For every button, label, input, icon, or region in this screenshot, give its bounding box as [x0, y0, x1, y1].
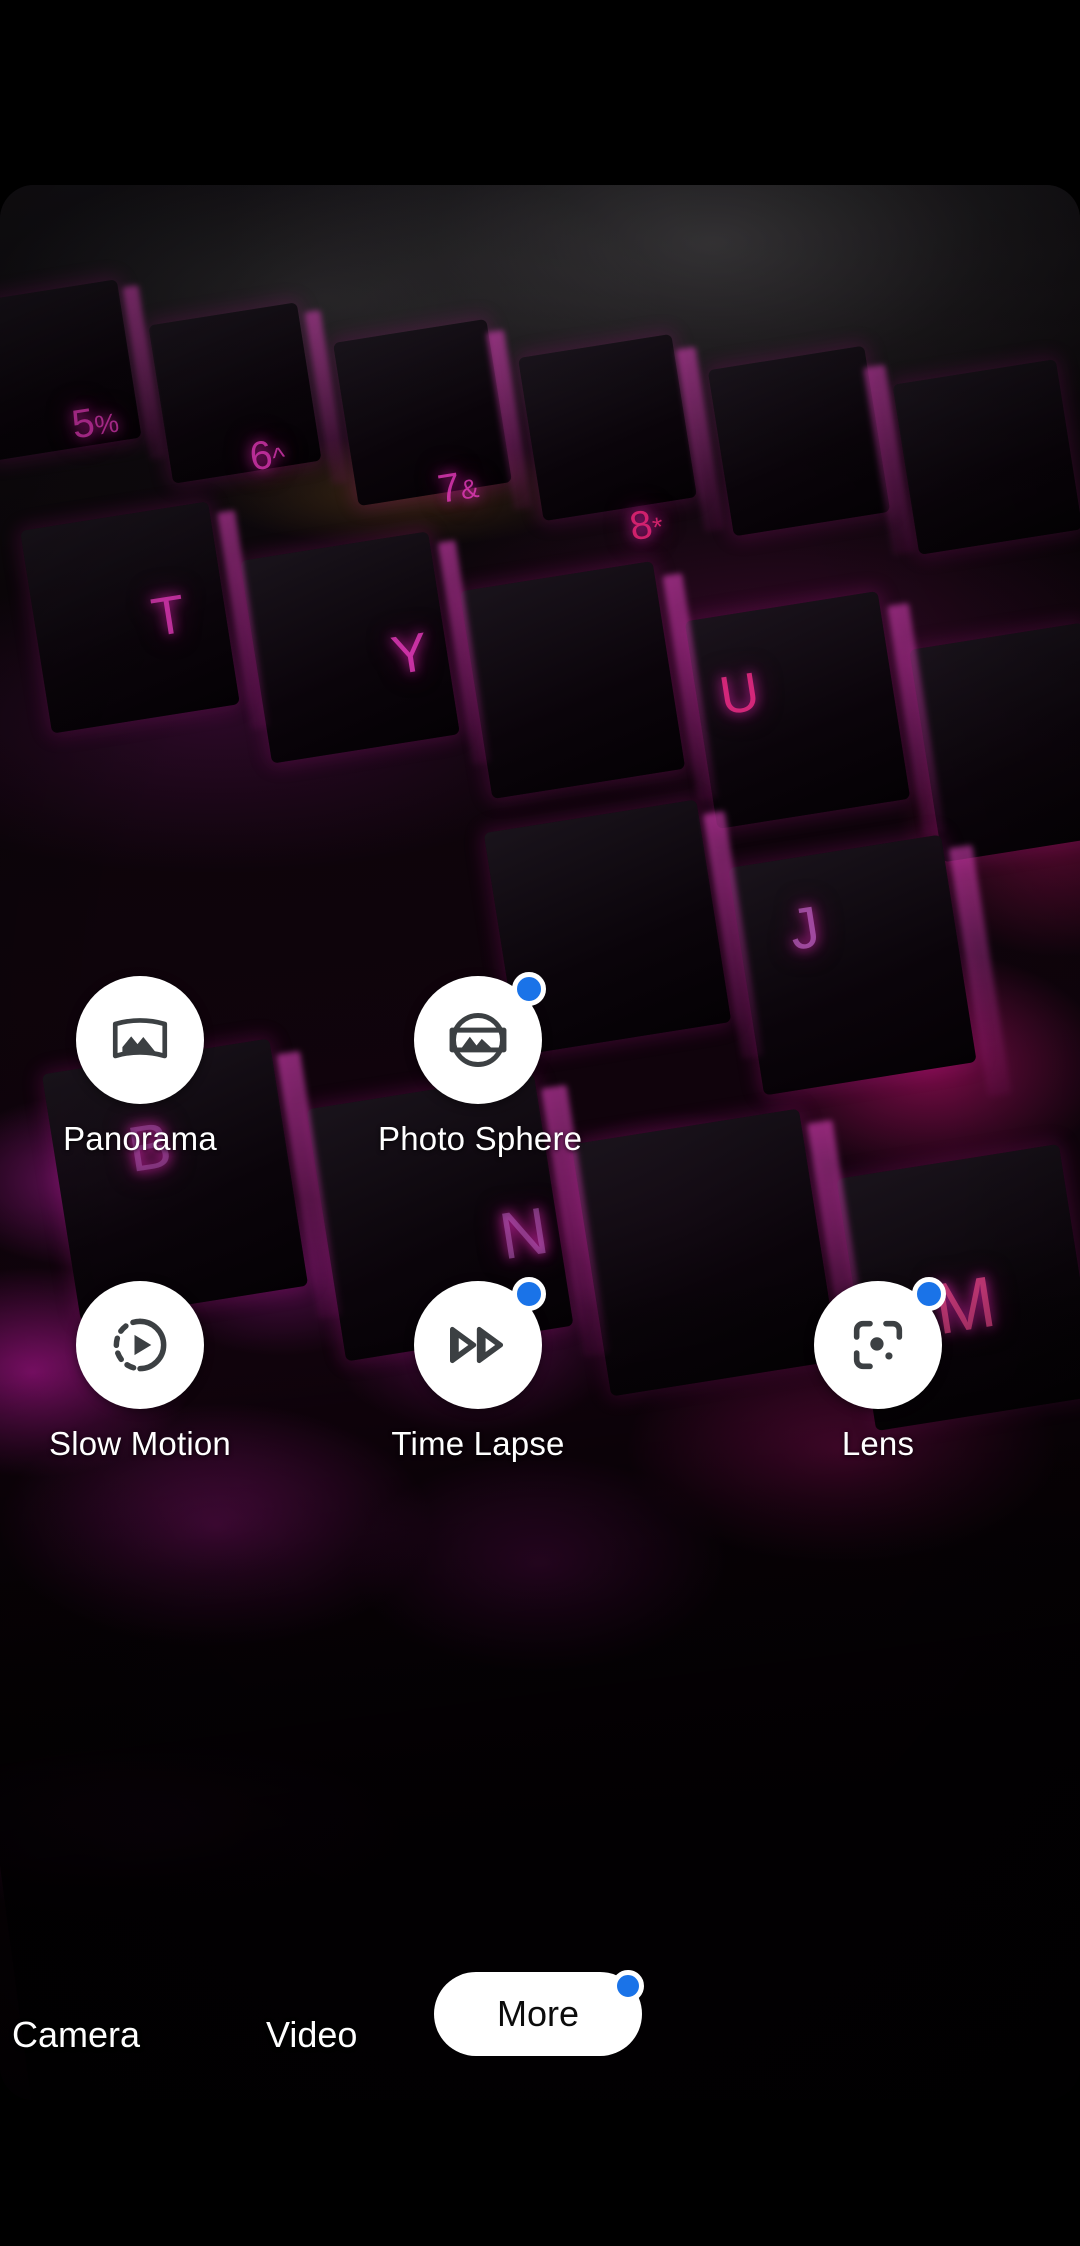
mode-option-panorama[interactable]: Panorama	[40, 976, 240, 1158]
tab-more[interactable]: More	[434, 1970, 644, 2056]
mode-option-slow-motion[interactable]: Slow Motion	[40, 1281, 240, 1463]
mode-grid: Panorama Photo Sphere Slow Motion Time L…	[0, 0, 1080, 2246]
mode-icon-circle[interactable]	[814, 1277, 946, 1409]
mode-icon-circle[interactable]	[414, 972, 546, 1104]
tab-video[interactable]: Video	[266, 2014, 357, 2056]
new-badge-dot	[512, 972, 546, 1006]
mode-label: Slow Motion	[49, 1425, 231, 1462]
slow-motion-icon	[107, 1312, 173, 1378]
new-badge-dot	[912, 1277, 946, 1311]
mode-label: Time Lapse	[391, 1425, 565, 1462]
lens-icon	[846, 1313, 910, 1377]
photo-sphere-icon	[443, 1005, 513, 1075]
mode-label: Lens	[841, 1425, 915, 1462]
mode-icon-circle[interactable]	[414, 1277, 546, 1409]
camera-app-screen: 5% 6^ 7& 8* T Y U J	[0, 0, 1080, 2246]
mode-option-time-lapse[interactable]: Time Lapse	[378, 1277, 578, 1463]
mode-label: Photo Sphere	[378, 1120, 583, 1157]
new-badge-dot	[612, 1970, 644, 2002]
tab-camera[interactable]: Camera	[12, 2014, 140, 2056]
mode-switcher-bar: Camera Video More	[0, 1970, 1080, 2088]
mode-option-lens[interactable]: Lens	[778, 1277, 978, 1463]
mode-label: Panorama	[63, 1120, 217, 1157]
tab-more-label: More	[496, 1993, 580, 2034]
mode-icon-circle[interactable]	[76, 976, 204, 1104]
new-badge-dot	[512, 1277, 546, 1311]
mode-option-photo-sphere[interactable]: Photo Sphere	[378, 972, 583, 1158]
time-lapse-icon	[443, 1310, 513, 1380]
panorama-icon	[107, 1007, 173, 1073]
mode-icon-circle[interactable]	[76, 1281, 204, 1409]
